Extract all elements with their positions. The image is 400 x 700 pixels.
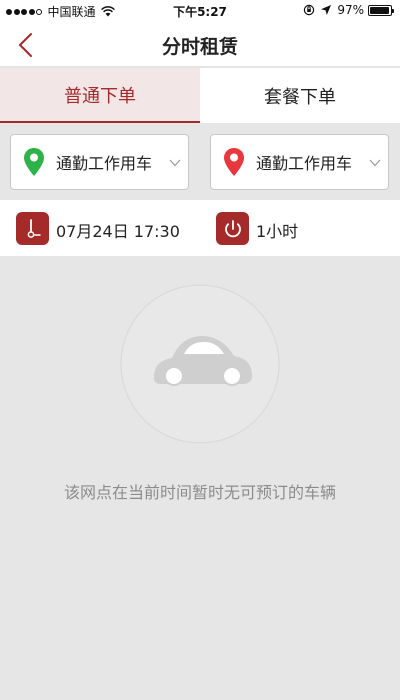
pickup-location-select[interactable]: 通勤工作用车 [10,134,189,190]
location-selectors: 通勤工作用车 通勤工作用车 [0,124,400,200]
status-bar: 中国联通 下午5:27 97% [0,0,400,22]
orientation-lock-icon [304,4,315,16]
power-icon [224,219,241,237]
chevron-down-icon [169,159,181,167]
battery-icon [368,4,394,16]
order-type-tabs: 普通下单 套餐下单 [0,68,400,123]
page-title: 分时租赁 [161,36,238,58]
red-pin-icon [224,148,244,176]
nav-bar: 分时租赁 [0,22,400,67]
duration-value[interactable]: 1小时 [256,218,298,242]
return-location-label: 通勤工作用车 [256,154,353,173]
status-right: 97% [298,3,394,17]
car-icon [120,284,280,444]
start-time-icon [16,212,49,245]
chevron-down-icon [369,159,381,167]
tab-regular-order[interactable]: 普通下单 [0,68,200,123]
schedule-row: 07月24日 17:30 1小时 [0,200,400,256]
duration-icon [216,212,249,245]
empty-state-message: 该网点在当前时间暂时无可预订的车辆 [63,483,336,502]
battery-percent: 97% [337,3,364,17]
pickup-location-label: 通勤工作用车 [56,154,153,173]
green-pin-icon [24,148,44,176]
tab-package-order[interactable]: 套餐下单 [200,68,400,123]
return-location-select[interactable]: 通勤工作用车 [210,134,389,190]
location-arrow-icon [321,5,332,15]
thermometer-clock-icon [27,218,41,238]
start-time-value[interactable]: 07月24日 17:30 [56,218,180,242]
